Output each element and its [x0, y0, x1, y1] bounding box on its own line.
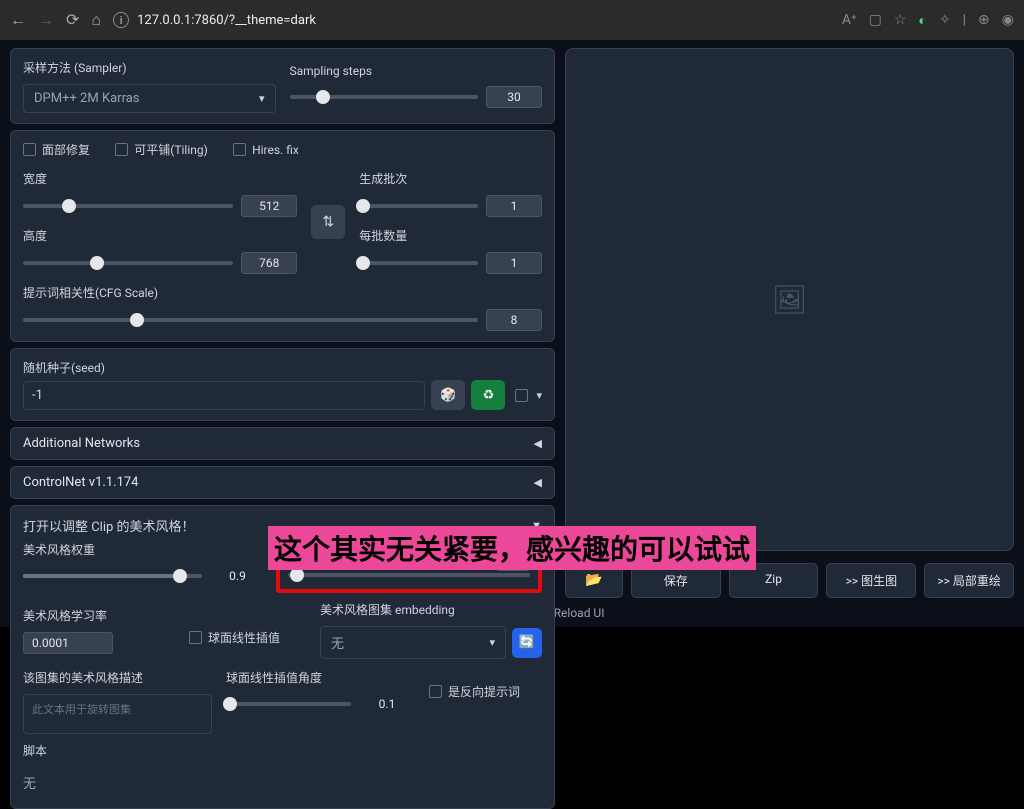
check-hires-fix[interactable]: Hires. fix — [233, 143, 299, 157]
check-tiling[interactable]: 可平铺(Tiling) — [115, 141, 208, 158]
check-slerp[interactable]: 球面线性插值 — [189, 629, 280, 646]
batch-count-label: 生成批次 — [359, 170, 542, 187]
sampler-block: 采样方法 (Sampler) DPM++ 2M Karras ▾ Samplin… — [10, 48, 555, 124]
browser-toolbar: ← → ⟳ ⌂ i 127.0.0.1:7860/?__theme=dark A… — [0, 0, 1024, 40]
steps-slider[interactable] — [290, 95, 479, 99]
img2img-button[interactable]: >> 图生图 — [826, 563, 916, 598]
favorite-icon[interactable]: ☆ — [894, 12, 907, 28]
footer-reload-link[interactable]: Reload UI — [554, 606, 605, 620]
script-label: 脚本 — [23, 742, 542, 759]
cfg-label: 提示词相关性(CFG Scale) — [23, 284, 542, 301]
dice-button[interactable]: 🎲 — [431, 380, 465, 410]
steps-value[interactable]: 30 — [486, 86, 542, 108]
clip-lr-value[interactable]: 0.0001 — [23, 632, 113, 654]
chevron-down-icon: ▾ — [259, 92, 265, 105]
accordion-controlnet[interactable]: ControlNet v1.1.174 ◀ — [10, 466, 555, 499]
clip-weight-value[interactable]: 0.9 — [210, 566, 266, 586]
batch-count-value[interactable]: 1 — [486, 195, 542, 217]
nav-forward-icon[interactable]: → — [38, 10, 54, 30]
reader-icon[interactable]: A⁺ — [842, 12, 857, 28]
clip-weight-label: 美术风格权重 — [23, 541, 266, 558]
embed-label: 美术风格图集 embedding — [320, 601, 542, 618]
check-reverse-prompt[interactable]: 是反向提示词 — [429, 683, 520, 700]
script-dropdown[interactable]: 无 — [23, 767, 542, 798]
width-value[interactable]: 512 — [241, 195, 297, 217]
width-slider[interactable] — [23, 204, 233, 208]
divider: | — [963, 12, 966, 28]
image-preview: 🖼 — [565, 48, 1014, 551]
batch-size-slider[interactable] — [359, 261, 478, 265]
height-label: 高度 — [23, 227, 297, 244]
nav-home-icon[interactable]: ⌂ — [91, 10, 101, 30]
slerp-angle-slider[interactable] — [226, 702, 351, 706]
sampler-dropdown[interactable]: DPM++ 2M Karras ▾ — [23, 84, 276, 113]
height-slider[interactable] — [23, 261, 233, 265]
seed-label: 随机种子(seed) — [23, 359, 542, 376]
info-icon[interactable]: i — [113, 12, 129, 28]
triangle-left-icon: ◀ — [534, 476, 542, 489]
video-subtitle: 这个其实无关紧要，感兴趣的可以试试 — [268, 526, 756, 570]
check-face-restore[interactable]: 面部修复 — [23, 141, 90, 158]
collections-icon[interactable]: ✧ — [939, 12, 951, 28]
image-placeholder-icon: 🖼 — [772, 283, 808, 316]
url-text[interactable]: 127.0.0.1:7860/?__theme=dark — [137, 13, 316, 28]
slerp-angle-label: 球面线性插值角度 — [226, 669, 415, 686]
recycle-button[interactable]: ♻ — [471, 380, 505, 410]
tabs-icon[interactable]: ▢ — [869, 12, 882, 28]
triangle-left-icon: ◀ — [534, 437, 542, 450]
desc-textarea[interactable]: 此文本用于旋转图集 — [23, 694, 212, 734]
clip-lr-label: 美术风格学习率 — [23, 607, 171, 624]
slerp-angle-value[interactable]: 0.1 — [359, 694, 415, 714]
swap-dimensions-button[interactable]: ⇅ — [311, 205, 345, 239]
accordion-additional-networks[interactable]: Additional Networks ◀ — [10, 427, 555, 460]
batch-size-value[interactable]: 1 — [486, 252, 542, 274]
nav-refresh-icon[interactable]: ⟳ — [66, 10, 79, 30]
options-block: 面部修复 可平铺(Tiling) Hires. fix 宽度 512 — [10, 130, 555, 342]
height-value[interactable]: 768 — [241, 252, 297, 274]
cfg-slider[interactable] — [23, 318, 478, 322]
seed-block: 随机种子(seed) -1 🎲 ♻ ▾ — [10, 348, 555, 421]
inpaint-button[interactable]: >> 局部重绘 — [924, 563, 1014, 598]
cfg-value[interactable]: 8 — [486, 309, 542, 331]
sampler-value: DPM++ 2M Karras — [34, 91, 140, 106]
seed-input[interactable]: -1 — [23, 381, 425, 410]
profile-icon[interactable]: ◉ — [1002, 12, 1014, 28]
batch-size-label: 每批数量 — [359, 227, 542, 244]
extension-icon[interactable]: ◐ — [918, 12, 926, 29]
desc-label: 该图集的美术风格描述 — [23, 669, 212, 686]
clip-title: 打开以调整 Clip 的美术风格！ — [23, 516, 195, 535]
collapse-icon[interactable]: ▾ — [536, 389, 542, 402]
more-icon[interactable]: ⊕ — [978, 12, 990, 28]
batch-count-slider[interactable] — [359, 204, 478, 208]
embed-dropdown[interactable]: 无 ▾ — [320, 626, 506, 659]
clip-iter-slider[interactable] — [288, 573, 531, 577]
nav-back-icon[interactable]: ← — [10, 10, 26, 30]
sampler-label: 采样方法 (Sampler) — [23, 59, 276, 76]
steps-label: Sampling steps — [290, 64, 543, 78]
extra-checkbox[interactable] — [515, 389, 528, 402]
clip-weight-slider[interactable] — [23, 574, 202, 578]
chevron-down-icon: ▾ — [489, 636, 495, 649]
width-label: 宽度 — [23, 170, 297, 187]
refresh-embed-button[interactable]: 🔄 — [512, 628, 542, 658]
